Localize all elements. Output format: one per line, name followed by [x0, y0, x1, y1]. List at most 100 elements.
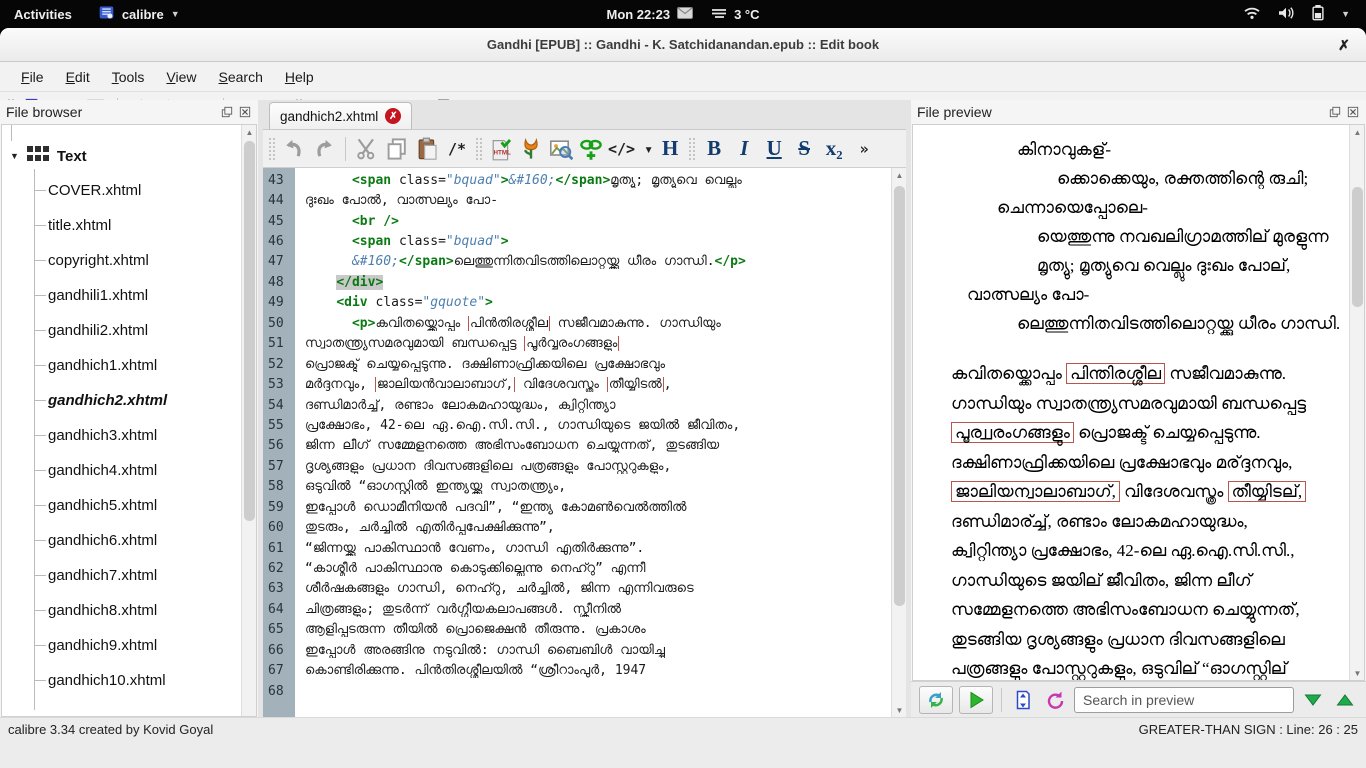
dock-float-icon[interactable]: [1328, 105, 1342, 119]
file-item-gandhich4[interactable]: gandhich4.xhtml: [2, 453, 240, 488]
reload-button[interactable]: [1042, 687, 1068, 713]
file-item-copyright[interactable]: copyright.xhtml: [2, 243, 240, 278]
code-line-61[interactable]: 61 “ജിന്നയ്ക്കു പാകിസ്ഥാൻ വേണം, ഗാന്ധി എത…: [263, 538, 890, 558]
code-line-57[interactable]: 57 ദൃശ്യങ്ങളും പ്രധാന ദിവസങ്ങളിലെ പത്രങ്ങ…: [263, 456, 890, 476]
file-item-gandhich10[interactable]: gandhich10.xhtml: [2, 663, 240, 698]
file-tree-scrollbar[interactable]: ▲: [241, 125, 256, 716]
code-line-55[interactable]: 55 പ്രക്ഷോഭം, 42-ലെ ഏ.ഐ.സി.സി., ഗാന്ധിയുട…: [263, 415, 890, 435]
tab-close-icon[interactable]: ✗: [385, 108, 402, 124]
expander-icon[interactable]: ▼: [10, 151, 19, 161]
code-line-62[interactable]: 62 “കാശ്മീർ പാകിസ്ഥാനു കൊടുക്കില്ലെന്നു ന…: [263, 558, 890, 578]
tree-section-text[interactable]: ▼ Text: [2, 139, 240, 173]
code-line-48[interactable]: 48 </div>: [263, 272, 890, 292]
undo-button[interactable]: [279, 133, 309, 165]
insert-image-button[interactable]: [546, 133, 576, 165]
code-line-53[interactable]: 53 മർദ്ദനവും, ജാലിയൻവാലാബാഗ്, വിദേശവസ്ത്ര…: [263, 374, 890, 394]
beautify-tulip-button[interactable]: [516, 133, 546, 165]
cut-button[interactable]: [352, 133, 382, 165]
preview-viewport[interactable]: കിനാവുകള്- ക്കൊക്കെയും, രക്തത്തിന്റെ രുചി…: [912, 124, 1365, 681]
run-preview-button[interactable]: [959, 685, 993, 714]
redo-button[interactable]: [309, 133, 339, 165]
search-previous-button[interactable]: [1332, 687, 1358, 713]
refresh-preview-button[interactable]: [919, 685, 953, 714]
code-line-45[interactable]: 45 <br />: [263, 211, 890, 231]
weather-indicator[interactable]: 3 °C: [711, 7, 760, 22]
file-item-gandhich3[interactable]: gandhich3.xhtml: [2, 418, 240, 453]
code-line-54[interactable]: 54 ദണ്ഡിമാർച്ച്, രണ്ടാം ലോകമഹായുദ്ധം, ക്വ…: [263, 395, 890, 415]
heading-button[interactable]: H: [655, 133, 685, 165]
code-line-43[interactable]: 43 <span class="bquad">&#160;</span>മൃത്…: [263, 170, 890, 190]
code-line-47[interactable]: 47 &#160;</span>ലെത്തുന്നിതവിടത്തിലൊറ്റയ…: [263, 252, 890, 272]
editor-scrollbar[interactable]: ▲ ▼: [891, 168, 906, 717]
file-item-gandhich6[interactable]: gandhich6.xhtml: [2, 523, 240, 558]
menu-search[interactable]: Search: [208, 65, 274, 89]
insert-tag-button[interactable]: </> ▾: [606, 133, 655, 165]
window-titlebar[interactable]: Gandhi [EPUB] :: Gandhi - K. Satchidanan…: [0, 28, 1366, 62]
window-close-button[interactable]: ✗: [1334, 35, 1354, 55]
activities-button[interactable]: Activities: [14, 7, 72, 22]
system-top-bar: Activities calibre ▼ Mon 22:23 3 °C ▼: [0, 0, 1366, 28]
code-line-52[interactable]: 52 പ്രൊജക്ട് ചെയ്യപ്പെടുന്നു. ദക്ഷിണാഫ്രി…: [263, 354, 890, 374]
italic-button[interactable]: I: [729, 133, 759, 165]
menu-tools[interactable]: Tools: [101, 65, 156, 89]
clock-button[interactable]: Mon 22:23: [606, 6, 694, 22]
overflow-button[interactable]: »: [849, 133, 879, 165]
code-line-60[interactable]: 60 തുടരും, ചർച്ചിൽ എതിർപ്പുപേക്ഷിക്കുന്നു…: [263, 517, 890, 537]
scroll-up-icon[interactable]: ▲: [1350, 125, 1364, 139]
dock-close-icon[interactable]: [1346, 105, 1360, 119]
tab-gandhich2[interactable]: gandhich2.xhtml ✗: [269, 102, 413, 129]
file-item-gandhich7[interactable]: gandhich7.xhtml: [2, 558, 240, 593]
scroll-up-icon[interactable]: ▲: [242, 125, 256, 139]
scroll-down-icon[interactable]: ▼: [1350, 666, 1364, 680]
file-item-gandhich1[interactable]: gandhich1.xhtml: [2, 348, 240, 383]
file-item-gandhich9[interactable]: gandhich9.xhtml: [2, 628, 240, 663]
code-editor[interactable]: 43 <span class="bquad">&#160;</span>മൃത്…: [263, 168, 906, 717]
cut-icon: [357, 138, 375, 159]
dock-close-icon[interactable]: [238, 105, 252, 119]
scroll-up-icon[interactable]: ▲: [892, 168, 906, 182]
bold-button[interactable]: B: [699, 133, 729, 165]
code-line-67[interactable]: 67 കൊണ്ടിരിക്കുന്നു. പിൻതിരശ്ശീലയിൽ “ശ്രീ…: [263, 661, 890, 681]
preview-poem: കിനാവുകള്- ക്കൊക്കെയും, രക്തത്തിന്റെ രുചി…: [913, 135, 1342, 338]
file-item-gandhich5[interactable]: gandhich5.xhtml: [2, 488, 240, 523]
fix-html-button[interactable]: HTML: [486, 133, 516, 165]
code-line-46[interactable]: 46 <span class="bquad">: [263, 231, 890, 251]
code-line-65[interactable]: 65 ആളിപ്പടരുന്ന തീയിൽ പ്രൊജെക്ഷൻ തീരുന്നു…: [263, 620, 890, 640]
system-status-area[interactable]: ▼: [1243, 4, 1366, 24]
code-line-59[interactable]: 59 ഇപ്പോൾ ഡൊമീനിയൻ പദവി”, “ഇന്ത്യ കോമൺവെൽ…: [263, 497, 890, 517]
scroll-down-icon[interactable]: ▼: [892, 703, 906, 717]
menu-help[interactable]: Help: [274, 65, 325, 89]
file-item-title[interactable]: title.xhtml: [2, 208, 240, 243]
comment-button[interactable]: /*: [442, 133, 472, 165]
subscript-button[interactable]: x₂: [819, 133, 849, 165]
code-line-58[interactable]: 58 ഒടുവിൽ “ഓഗസ്റ്റിൽ ഇന്ത്യയ്ക്കു സ്വാതന്…: [263, 477, 890, 497]
strikethrough-button[interactable]: S: [789, 133, 819, 165]
code-line-64[interactable]: 64 ചിത്രങ്ങളും; തുടർന്ന് വർഗ്ഗീയകലാപങ്ങൾ.…: [263, 599, 890, 619]
preview-scrollbar[interactable]: ▲ ▼: [1349, 125, 1364, 680]
underline-button[interactable]: U: [759, 133, 789, 165]
paste-button[interactable]: [412, 133, 442, 165]
file-item-gandhili1[interactable]: gandhili1.xhtml: [2, 278, 240, 313]
code-line-56[interactable]: 56 ജിന്ന ലീഗ് സമ്മേളനത്തെ അഭിസംബോധന ചെയ്യ…: [263, 436, 890, 456]
code-line-66[interactable]: 66 ഇപ്പോൾ അരങ്ങിനു നടുവിൽ: ഗാന്ധി ബൈബിൾ വ…: [263, 640, 890, 660]
file-item-gandhich2[interactable]: gandhich2.xhtml: [2, 383, 240, 418]
code-line-51[interactable]: 51 സ്വാതന്ത്ര്യസമരവുമായി ബന്ധപ്പെട്ട പൂർവ…: [263, 334, 890, 354]
menu-view[interactable]: View: [155, 65, 207, 89]
code-line-63[interactable]: 63 ശീർഷകങ്ങളും ഗാന്ധി, നെഹ്റു, ചർച്ചിൽ, ജ…: [263, 579, 890, 599]
search-in-preview-input[interactable]: [1074, 686, 1294, 713]
file-item-gandhili2[interactable]: gandhili2.xhtml: [2, 313, 240, 348]
sync-preview-button[interactable]: [1010, 687, 1036, 713]
app-menu-button[interactable]: calibre ▼: [98, 4, 180, 24]
menu-file[interactable]: File: [10, 65, 55, 89]
insert-link-button[interactable]: [576, 133, 606, 165]
file-item-COVER[interactable]: COVER.xhtml: [2, 173, 240, 208]
code-line-44[interactable]: 44 ദുഃഖം പോൽ, വാത്സല്യം പോ-: [263, 190, 890, 210]
menu-edit[interactable]: Edit: [55, 65, 101, 89]
file-item-gandhich8[interactable]: gandhich8.xhtml: [2, 593, 240, 628]
copy-button[interactable]: [382, 133, 412, 165]
search-next-button[interactable]: [1300, 687, 1326, 713]
code-line-50[interactable]: 50 <p>കവിതയ്ക്കൊപ്പം പിൻതിരശ്ശീല സജീവമാക…: [263, 313, 890, 333]
code-line-49[interactable]: 49 <div class="gquote">: [263, 293, 890, 313]
code-line-68[interactable]: 68: [263, 681, 890, 701]
dock-float-icon[interactable]: [220, 105, 234, 119]
